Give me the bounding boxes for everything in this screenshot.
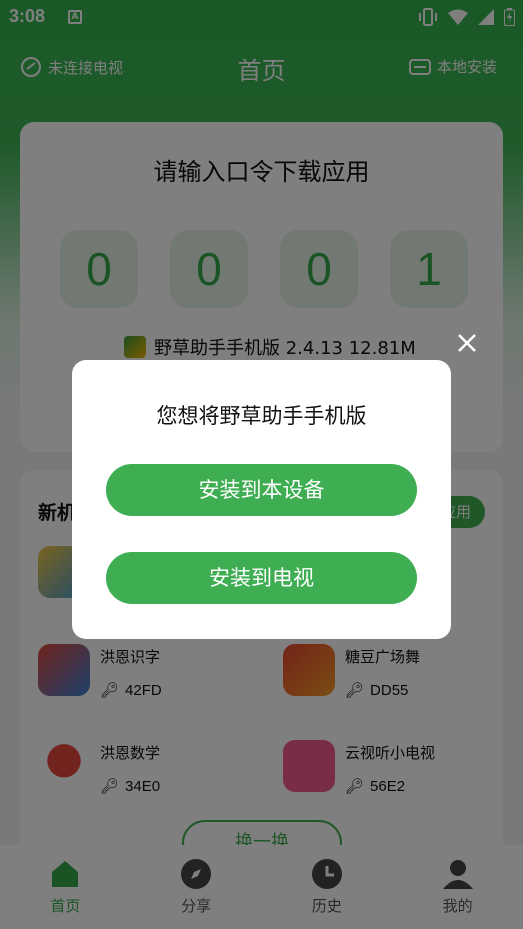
install-to-device-button[interactable]: 安装到本设备 — [106, 464, 417, 516]
install-to-tv-button[interactable]: 安装到电视 — [106, 552, 417, 604]
dialog-message: 您想将野草助手手机版 — [156, 404, 367, 428]
close-icon[interactable] — [456, 332, 478, 354]
install-dialog: 您想将野草助手手机版 安装到本设备 安装到电视 — [72, 360, 451, 639]
